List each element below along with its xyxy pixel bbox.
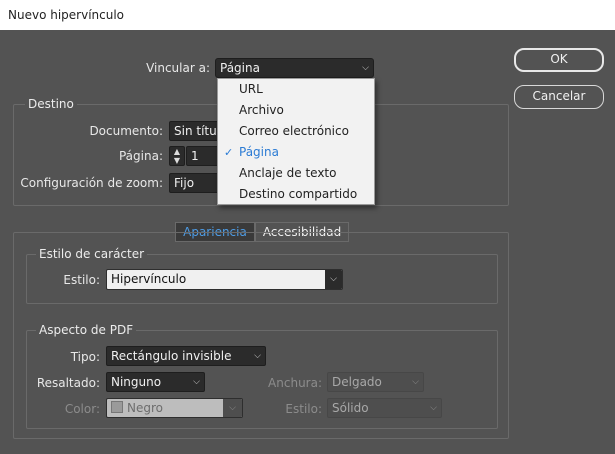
estilo-select[interactable]: Hipervínculo ⌵ (106, 269, 343, 290)
anchura-label: Anchura: (268, 376, 322, 390)
aspecto-pdf-legend: Aspecto de PDF (36, 323, 137, 337)
color-label: Color: (64, 402, 100, 416)
tipo-select[interactable]: Rectángulo invisible ⌵ (106, 346, 266, 366)
documento-label: Documento: (89, 124, 163, 138)
destino-legend: Destino (25, 97, 77, 111)
estilo-caracter-legend: Estilo de carácter (36, 247, 148, 261)
resaltado-select[interactable]: Ninguno ⌵ (106, 372, 205, 392)
estilo-label: Estilo: (63, 273, 100, 287)
menu-item-destino-compartido[interactable]: Destino compartido (218, 184, 374, 205)
chevron-down-icon: ⌵ (430, 403, 437, 413)
color-value: Negro (127, 401, 163, 415)
arrow-down-icon[interactable]: ▼ (170, 156, 184, 165)
estilo-pdf-label: Estilo: (285, 402, 322, 416)
window-title: Nuevo hipervínculo (8, 8, 125, 22)
resaltado-label: Resaltado: (36, 376, 100, 390)
documento-value: Sin títul (174, 124, 221, 138)
arrow-up-icon[interactable]: ▲ (170, 147, 184, 156)
chevron-down-icon: ⌵ (412, 377, 419, 387)
link-to-value: Página (220, 61, 260, 75)
zoom-value: Fijo (174, 176, 195, 190)
chevron-down-icon: ⌵ (193, 377, 200, 387)
resaltado-value: Ninguno (111, 375, 162, 389)
documento-select[interactable]: Sin títul (169, 121, 221, 141)
zoom-label: Configuración de zoom: (20, 176, 163, 190)
chevron-down-icon: ⌵ (362, 63, 369, 73)
estilo-pdf-select: Sólido ⌵ (327, 398, 442, 418)
menu-item-archivo[interactable]: Archivo (218, 100, 374, 121)
menu-item-correo[interactable]: Correo electrónico (218, 121, 374, 142)
estilo-pdf-value: Sólido (332, 401, 369, 415)
tipo-label: Tipo: (70, 350, 100, 364)
color-swatch (111, 401, 123, 413)
chevron-down-icon: ⌵ (223, 399, 242, 417)
anchura-select: Delgado ⌵ (327, 372, 424, 392)
pagina-spinner[interactable]: ▲ ▼ (169, 146, 185, 166)
anchura-value: Delgado (332, 375, 382, 389)
tipo-value: Rectángulo invisible (111, 349, 232, 363)
menu-item-anclaje[interactable]: Anclaje de texto (218, 163, 374, 184)
pagina-label: Página: (118, 149, 163, 163)
pagina-input[interactable]: 1 (186, 146, 221, 166)
checkmark-icon: ✓ (224, 146, 234, 159)
estilo-value: Hipervínculo (111, 272, 187, 286)
ok-button[interactable]: OK (514, 48, 604, 72)
cancel-button[interactable]: Cancelar (514, 85, 604, 109)
menu-item-url[interactable]: URL (218, 79, 374, 100)
zoom-select[interactable]: Fijo (169, 173, 221, 193)
menu-item-pagina[interactable]: ✓ Página (218, 142, 374, 163)
link-to-dropdown-menu: URL Archivo Correo electrónico ✓ Página A… (217, 78, 375, 205)
chevron-down-icon[interactable]: ⌵ (325, 270, 342, 289)
chevron-down-icon: ⌵ (254, 351, 261, 361)
link-to-select[interactable]: Página ⌵ (215, 58, 374, 78)
pagina-value: 1 (191, 149, 199, 163)
color-select: Negro ⌵ (106, 398, 243, 418)
link-to-label: Vincular a: (146, 61, 210, 75)
window-title-bar: Nuevo hipervínculo (0, 0, 615, 30)
